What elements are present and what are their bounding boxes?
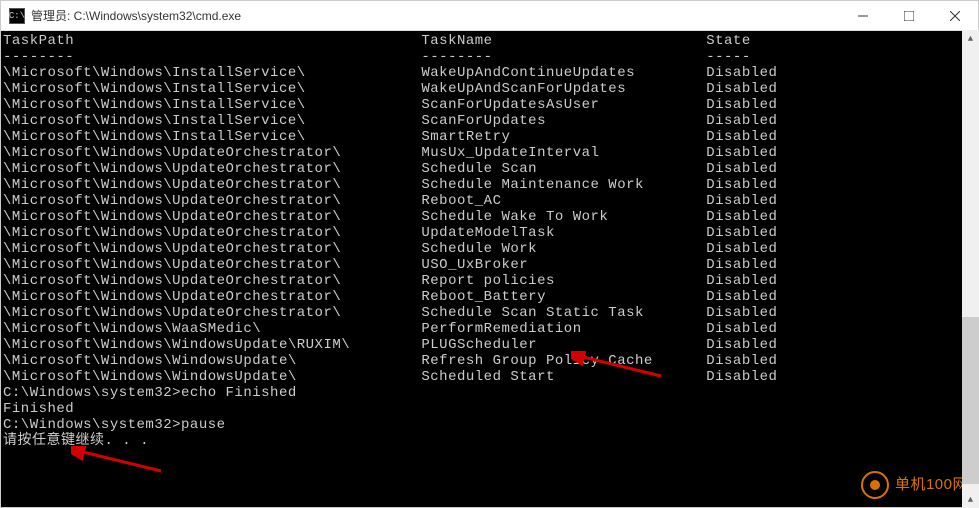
terminal-line: -------- -------- ----- (3, 49, 976, 65)
terminal-line: \Microsoft\Windows\InstallService\ WakeU… (3, 65, 976, 81)
terminal-line: \Microsoft\Windows\UpdateOrchestrator\ S… (3, 241, 976, 257)
terminal-line: \Microsoft\Windows\InstallService\ Smart… (3, 129, 976, 145)
terminal-line: \Microsoft\Windows\WindowsUpdate\ Schedu… (3, 369, 976, 385)
watermark: 单机100网 (861, 471, 968, 499)
terminal-line: \Microsoft\Windows\WaaSMedic\ PerformRem… (3, 321, 976, 337)
terminal-line: \Microsoft\Windows\UpdateOrchestrator\ U… (3, 225, 976, 241)
terminal-line: \Microsoft\Windows\InstallService\ ScanF… (3, 97, 976, 113)
terminal-line: \Microsoft\Windows\UpdateOrchestrator\ U… (3, 257, 976, 273)
terminal-line: TaskPath TaskName State (3, 33, 976, 49)
cmd-icon: C:\ (9, 8, 25, 24)
titlebar[interactable]: C:\ 管理员: C:\Windows\system32\cmd.exe (1, 1, 978, 31)
terminal-line: \Microsoft\Windows\InstallService\ WakeU… (3, 81, 976, 97)
scrollbar-thumb[interactable] (962, 317, 979, 484)
terminal-line: \Microsoft\Windows\UpdateOrchestrator\ R… (3, 273, 976, 289)
terminal-line: \Microsoft\Windows\UpdateOrchestrator\ M… (3, 145, 976, 161)
terminal-line: C:\Windows\system32>pause (3, 417, 976, 433)
close-button[interactable] (932, 1, 978, 30)
scrollbar-up-icon[interactable]: ▲ (962, 30, 979, 47)
terminal-line: 请按任意键继续. . . (3, 433, 976, 449)
terminal-line: C:\Windows\system32>echo Finished (3, 385, 976, 401)
terminal-line: \Microsoft\Windows\WindowsUpdate\RUXIM\ … (3, 337, 976, 353)
terminal-line: \Microsoft\Windows\UpdateOrchestrator\ S… (3, 305, 976, 321)
vertical-scrollbar[interactable]: ▲ ▲ (962, 30, 979, 508)
terminal-output[interactable]: TaskPath TaskName State-------- --------… (1, 31, 978, 507)
watermark-text: 单机100网 (895, 477, 968, 493)
arrow-annotation-2 (71, 446, 166, 476)
maximize-button[interactable] (886, 1, 932, 30)
terminal-line: Finished (3, 401, 976, 417)
terminal-line: \Microsoft\Windows\WindowsUpdate\ Refres… (3, 353, 976, 369)
terminal-line: \Microsoft\Windows\UpdateOrchestrator\ R… (3, 289, 976, 305)
terminal-line: \Microsoft\Windows\UpdateOrchestrator\ S… (3, 161, 976, 177)
terminal-line: \Microsoft\Windows\UpdateOrchestrator\ S… (3, 209, 976, 225)
terminal-line: \Microsoft\Windows\UpdateOrchestrator\ S… (3, 177, 976, 193)
scrollbar-down-icon[interactable]: ▲ (962, 491, 979, 508)
cmd-window: C:\ 管理员: C:\Windows\system32\cmd.exe Tas… (0, 0, 979, 508)
window-title: 管理员: C:\Windows\system32\cmd.exe (31, 7, 840, 24)
minimize-button[interactable] (840, 1, 886, 30)
watermark-logo-icon (861, 471, 889, 499)
terminal-line: \Microsoft\Windows\InstallService\ ScanF… (3, 113, 976, 129)
terminal-line: \Microsoft\Windows\UpdateOrchestrator\ R… (3, 193, 976, 209)
window-controls (840, 1, 978, 30)
